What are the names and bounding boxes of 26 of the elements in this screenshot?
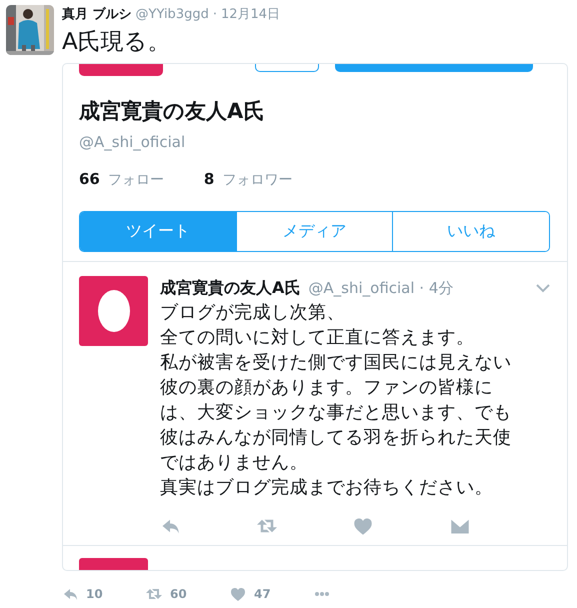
separator-dot: · bbox=[212, 6, 217, 24]
avatar-image bbox=[79, 558, 148, 570]
author-name[interactable]: 成宮寛貴の友人A氏 bbox=[160, 276, 300, 300]
profile-tab[interactable]: ツイート bbox=[80, 212, 236, 250]
action-count: 60 bbox=[170, 586, 187, 602]
stat-count[interactable]: 8 bbox=[204, 168, 214, 190]
heart-icon[interactable] bbox=[353, 516, 374, 536]
action-count: 47 bbox=[254, 586, 271, 602]
outline-button[interactable] bbox=[255, 64, 319, 72]
profile-name: 成宮寛貴の友人A氏 bbox=[78, 98, 266, 124]
user-handle[interactable]: @YYib3ggd bbox=[136, 5, 209, 24]
stat-count[interactable]: 66 bbox=[79, 168, 100, 190]
author-name[interactable]: 真月 ブルシ bbox=[62, 5, 132, 24]
user-handle[interactable]: @A_shi_oficial · 4分 bbox=[308, 276, 454, 299]
profile-tab[interactable]: いいね bbox=[392, 212, 549, 250]
egg-icon bbox=[96, 288, 130, 332]
tweet-date[interactable]: 12月14日 bbox=[220, 5, 280, 24]
heart-icon[interactable] bbox=[230, 586, 246, 602]
follow-button[interactable] bbox=[335, 64, 533, 72]
stat-label[interactable]: フォロー bbox=[108, 170, 164, 190]
tweet-text: ブログが完成し次第、 全ての問いに対して正直に答えます。 私が被害を受けた側です国民には見えない 彼の裏の顔があります。ファンの皆様に は、大変ショックな事だと思います、でも 彼はみんなが同情してる羽を折られた天使 ではありません。 真実はブログ完成までお待ちください。 bbox=[160, 300, 512, 500]
profile-handle: @A_shi_oficial bbox=[78, 132, 186, 153]
tweet-text: A氏現る。 bbox=[62, 28, 172, 56]
stat-label[interactable]: フォロワー bbox=[222, 170, 292, 190]
chevron-down-icon[interactable] bbox=[535, 283, 551, 294]
action-count: 10 bbox=[86, 586, 103, 602]
